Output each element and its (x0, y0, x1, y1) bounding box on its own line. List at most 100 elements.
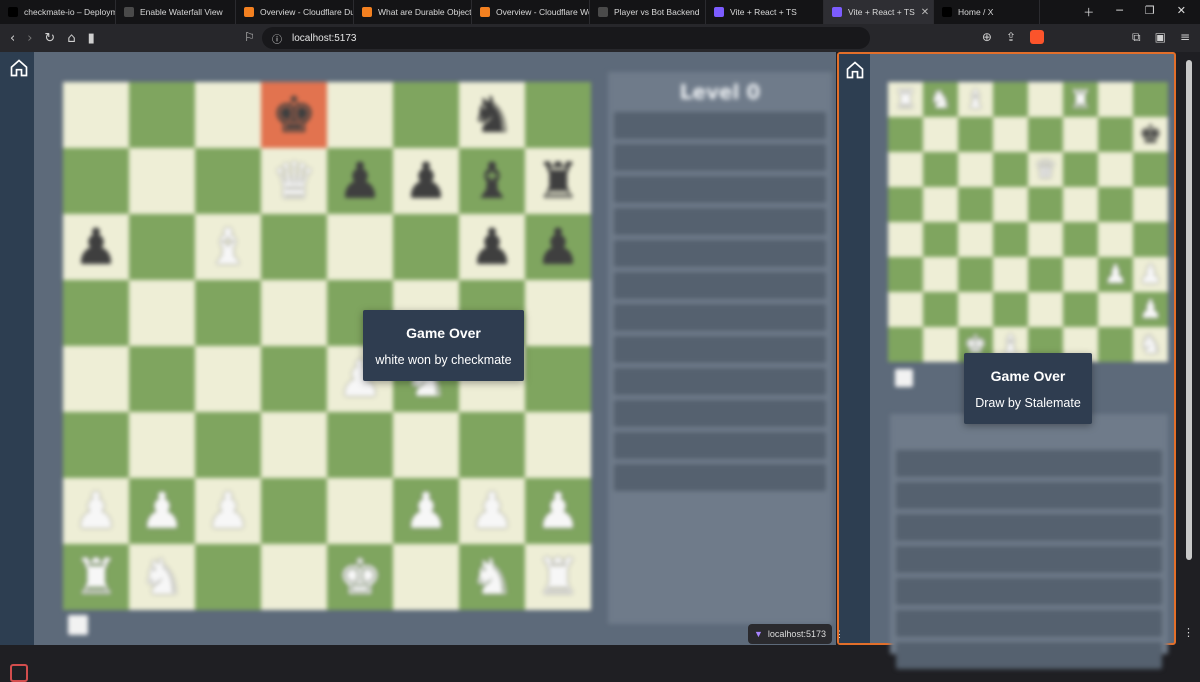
board-square[interactable]: ♚ (1133, 117, 1168, 152)
share-icon[interactable]: ⇪ (1006, 30, 1016, 45)
browser-tab[interactable]: checkmate-io – Deployme (0, 0, 116, 24)
board-square[interactable] (195, 280, 261, 346)
reload-icon[interactable]: ↻ (44, 31, 55, 46)
wallet-icon[interactable]: ▣ (1155, 30, 1166, 45)
forward-icon[interactable]: › (27, 31, 32, 46)
board-square[interactable]: ♝ (459, 148, 525, 214)
board-square[interactable] (993, 292, 1028, 327)
board-square[interactable] (1063, 222, 1098, 257)
board-square[interactable] (958, 187, 993, 222)
browser-tab[interactable]: Vite + React + TS (706, 0, 824, 24)
board-square[interactable] (1063, 257, 1098, 292)
board-square[interactable] (63, 346, 129, 412)
white-knight-icon[interactable]: ♞ (470, 552, 515, 602)
board-square[interactable] (261, 412, 327, 478)
board-square[interactable]: ♜ (1063, 82, 1098, 117)
board-square[interactable]: ♜ (63, 544, 129, 610)
board-square[interactable] (327, 412, 393, 478)
board-square[interactable] (261, 544, 327, 610)
white-rook-icon[interactable]: ♜ (894, 87, 917, 113)
board-square[interactable] (63, 280, 129, 346)
maximize-icon[interactable]: ❐ (1145, 4, 1155, 20)
black-bishop-icon[interactable]: ♝ (470, 156, 515, 206)
board-square[interactable] (888, 187, 923, 222)
board-square[interactable] (1028, 222, 1063, 257)
board-square[interactable]: ♟ (1133, 257, 1168, 292)
more-icon[interactable]: ⋮ (1183, 626, 1194, 639)
board-square[interactable]: ♟ (459, 478, 525, 544)
board-square[interactable] (459, 412, 525, 478)
back-icon[interactable]: ‹ (10, 31, 15, 46)
board-square[interactable] (327, 478, 393, 544)
board-square[interactable] (525, 412, 591, 478)
board-square[interactable] (129, 412, 195, 478)
site-info-icon[interactable]: ⓘ (272, 31, 282, 46)
zoom-icon[interactable]: ⊕ (982, 30, 992, 45)
white-knight-icon[interactable]: ♞ (929, 87, 952, 113)
close-tab-icon[interactable]: ✕ (921, 7, 929, 18)
board-square[interactable] (923, 117, 958, 152)
board-square[interactable] (195, 412, 261, 478)
white-pawn-icon[interactable]: ♟ (536, 486, 581, 536)
board-square[interactable]: ♟ (63, 478, 129, 544)
white-pawn-icon[interactable]: ♟ (1139, 297, 1162, 323)
board-square[interactable] (993, 222, 1028, 257)
browser-tab[interactable]: Overview - Cloudflare Dura (236, 0, 354, 24)
board-square[interactable] (888, 152, 923, 187)
board-square[interactable] (261, 346, 327, 412)
board-square[interactable] (923, 187, 958, 222)
board-square[interactable] (129, 82, 195, 148)
black-pawn-icon[interactable]: ♟ (74, 222, 119, 272)
home-icon[interactable] (845, 60, 865, 80)
board-square[interactable]: ♝ (195, 214, 261, 280)
board-square[interactable] (393, 544, 459, 610)
board-square[interactable] (261, 214, 327, 280)
board-square[interactable] (923, 257, 958, 292)
board-square[interactable] (1028, 117, 1063, 152)
chess-board[interactable]: ♜ ♞ ♝ ♜ ♚ ♛ ♟ ♟ ♟ ♚ ♝ ♞ (888, 82, 1168, 362)
board-square[interactable]: ♚ (261, 82, 327, 148)
close-window-icon[interactable]: ✕ (1177, 4, 1186, 20)
board-square[interactable] (63, 82, 129, 148)
board-square[interactable] (63, 412, 129, 478)
chat-icon[interactable] (10, 664, 28, 682)
white-pawn-icon[interactable]: ♟ (140, 486, 185, 536)
browser-tab[interactable]: Home / X (934, 0, 1040, 24)
url-field[interactable]: ⓘ localhost:5173 (262, 27, 870, 49)
board-square[interactable]: ♟ (63, 214, 129, 280)
browser-tab[interactable]: Vite + React + TS ✕ (824, 0, 934, 24)
board-square[interactable]: ♟ (195, 478, 261, 544)
black-rook-icon[interactable]: ♜ (536, 156, 581, 206)
black-pawn-icon[interactable]: ♟ (404, 156, 449, 206)
board-square[interactable] (1098, 327, 1133, 362)
menu-icon[interactable]: ≡ (1180, 30, 1190, 45)
white-rook-icon[interactable]: ♜ (536, 552, 581, 602)
white-queen-icon[interactable]: ♛ (1034, 157, 1057, 183)
board-square[interactable] (525, 82, 591, 148)
board-square[interactable] (993, 187, 1028, 222)
white-bishop-icon[interactable]: ♝ (206, 222, 251, 272)
board-square[interactable]: ♟ (1098, 257, 1133, 292)
new-tab-icon[interactable]: ＋ (1083, 4, 1094, 20)
white-pawn-icon[interactable]: ♟ (206, 486, 251, 536)
board-square[interactable]: ♟ (129, 478, 195, 544)
board-square[interactable] (958, 257, 993, 292)
white-pawn-icon[interactable]: ♟ (470, 486, 515, 536)
board-square[interactable]: ♟ (525, 478, 591, 544)
black-king-icon[interactable]: ♚ (272, 90, 317, 140)
extensions-icon[interactable]: ⧉ (1132, 30, 1141, 45)
board-square[interactable] (1098, 292, 1133, 327)
white-pawn-icon[interactable]: ♟ (74, 486, 119, 536)
black-knight-icon[interactable]: ♞ (470, 90, 515, 140)
board-square[interactable] (1028, 292, 1063, 327)
board-square[interactable] (958, 152, 993, 187)
board-square[interactable] (958, 292, 993, 327)
black-king-icon[interactable]: ♚ (1139, 122, 1162, 148)
board-square[interactable] (993, 82, 1028, 117)
black-pawn-icon[interactable]: ♟ (536, 222, 581, 272)
black-pawn-icon[interactable]: ♟ (338, 156, 383, 206)
board-square[interactable] (261, 280, 327, 346)
board-square[interactable] (327, 82, 393, 148)
board-square[interactable] (327, 214, 393, 280)
home-icon[interactable]: ⌂ (67, 31, 75, 46)
